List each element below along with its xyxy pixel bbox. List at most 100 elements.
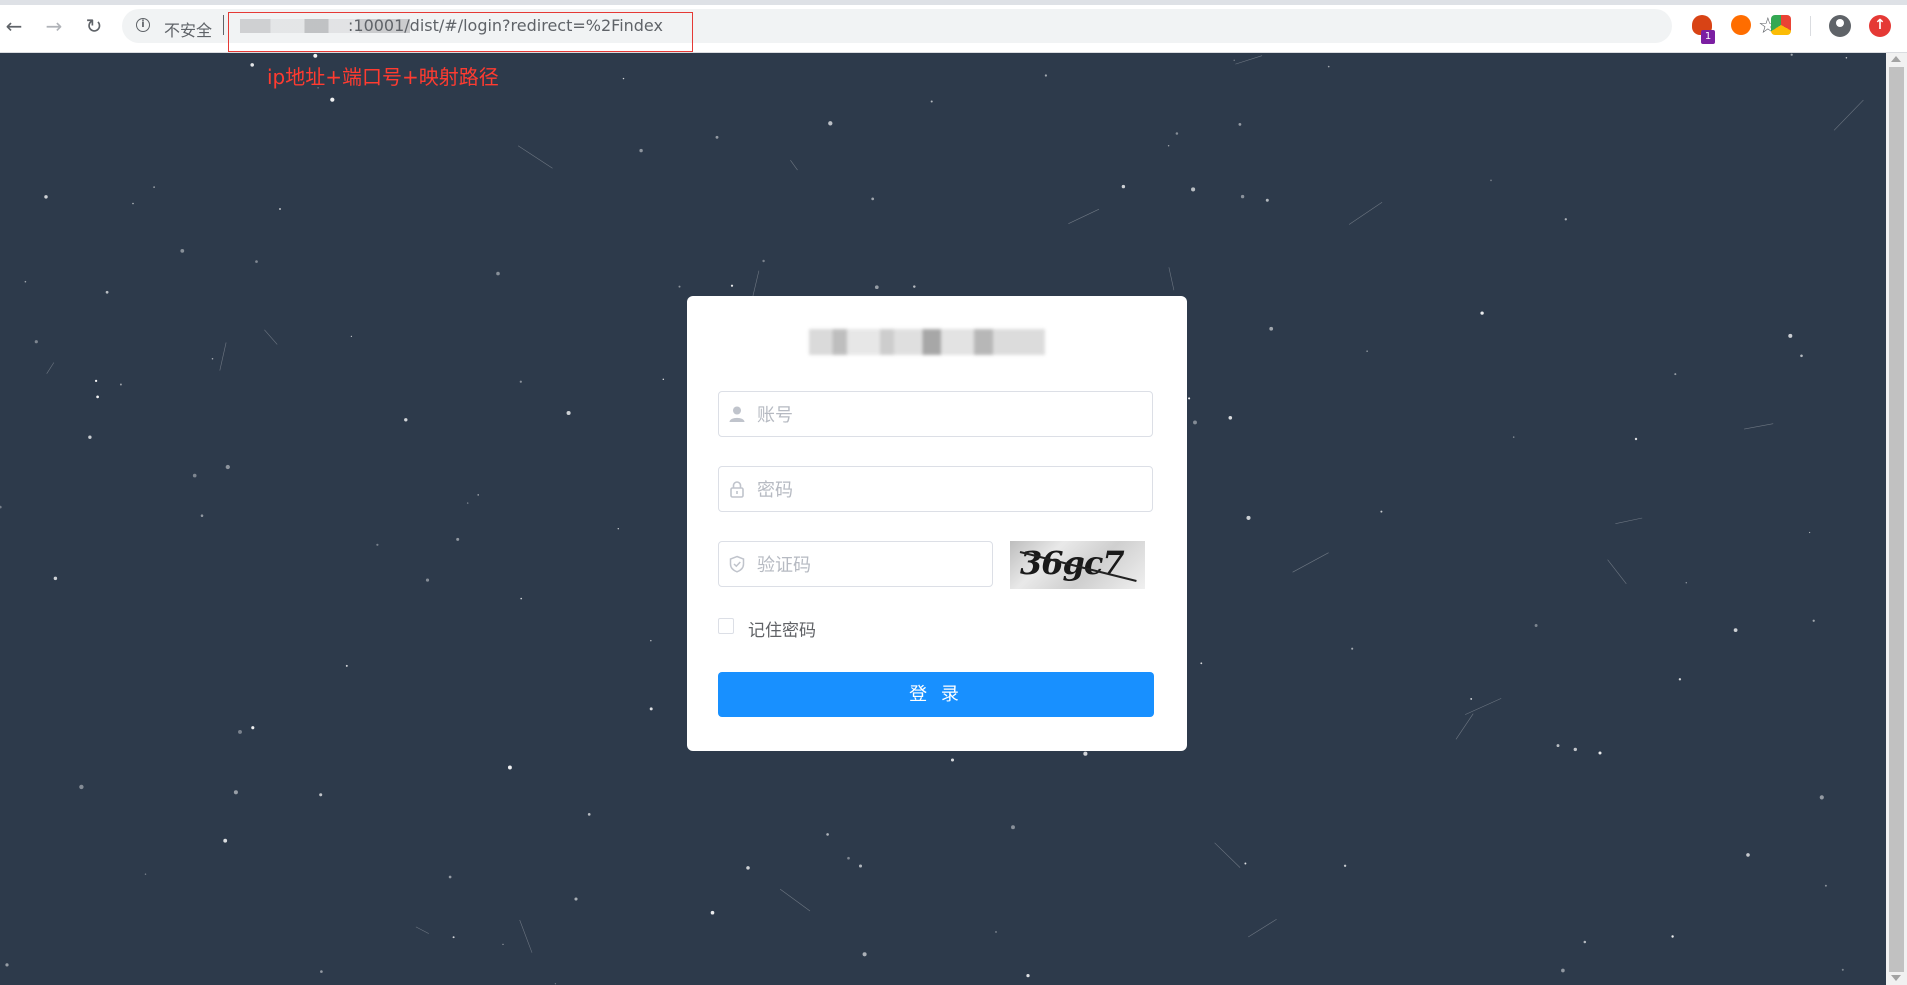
star (1573, 747, 1578, 752)
extension-icon[interactable] (1731, 15, 1751, 35)
login-button[interactable]: 登 录 (718, 672, 1154, 717)
star (466, 502, 469, 504)
star (1343, 864, 1347, 867)
star (1240, 194, 1245, 199)
extension-badge: 1 (1701, 30, 1715, 44)
remember-label[interactable]: 记住密码 (748, 616, 816, 641)
constellation-line (1214, 842, 1241, 868)
constellation-line (1168, 267, 1175, 291)
star (1678, 678, 1682, 681)
star (345, 664, 348, 667)
star (1167, 144, 1170, 147)
scroll-thumb[interactable] (1889, 67, 1904, 972)
constellation-line (519, 919, 533, 953)
star (1366, 350, 1368, 352)
star (930, 100, 933, 103)
star (519, 380, 522, 383)
star (1175, 132, 1179, 135)
star (223, 838, 228, 843)
star (24, 280, 27, 283)
star (94, 379, 98, 383)
star (211, 358, 214, 360)
back-arrow-icon[interactable]: ← (2, 14, 26, 38)
remember-checkbox[interactable] (718, 618, 734, 634)
star (678, 285, 681, 288)
star (1746, 853, 1750, 857)
star (496, 271, 500, 276)
star (0, 505, 2, 509)
constellation-line (1235, 55, 1263, 65)
update-icon[interactable]: ↑ (1869, 15, 1891, 37)
star (1265, 198, 1269, 202)
star (180, 249, 185, 253)
star (1534, 624, 1538, 627)
star (507, 765, 512, 770)
captcha-image[interactable]: 36gc7 (1010, 541, 1145, 589)
star (456, 537, 460, 541)
star (554, 983, 557, 985)
star (1800, 354, 1803, 358)
forward-arrow-icon[interactable]: → (42, 14, 66, 38)
url-separator (223, 15, 224, 35)
info-icon[interactable]: i (136, 18, 150, 32)
star (1246, 515, 1251, 520)
star (1269, 326, 1274, 331)
star (404, 418, 408, 422)
star (1512, 436, 1515, 438)
star (1244, 862, 1247, 865)
star (828, 121, 833, 126)
star (1788, 333, 1793, 338)
password-input[interactable] (755, 467, 1149, 513)
star (79, 784, 84, 790)
constellation-line (1292, 552, 1329, 573)
extension-icon[interactable] (1771, 15, 1791, 35)
constellation-line (46, 362, 55, 374)
star (320, 970, 323, 973)
star (225, 464, 230, 470)
star (1011, 825, 1015, 830)
star (34, 340, 38, 344)
toolbar-divider (1810, 16, 1811, 36)
star (250, 63, 254, 67)
star (1674, 373, 1677, 376)
star (1598, 751, 1602, 755)
scroll-down-icon[interactable] (1891, 975, 1901, 981)
reload-icon[interactable]: ↻ (82, 14, 106, 38)
star (278, 207, 282, 211)
account-icon[interactable] (1829, 15, 1851, 37)
username-field[interactable] (718, 391, 1153, 438)
constellation-line (1744, 423, 1774, 430)
captcha-field[interactable] (718, 541, 993, 588)
star (566, 410, 571, 416)
constellation-line (1833, 99, 1864, 131)
star (330, 97, 335, 102)
star (1841, 968, 1844, 971)
insecure-label: 不安全 (164, 21, 213, 40)
star (153, 186, 155, 188)
star (319, 793, 323, 797)
star (238, 729, 242, 734)
star (1026, 973, 1030, 978)
star (96, 395, 99, 399)
star (574, 897, 578, 901)
constellation-line (219, 342, 227, 371)
tab-strip (0, 0, 1907, 5)
star (1480, 311, 1484, 315)
star (622, 77, 625, 80)
scrollbar[interactable] (1886, 53, 1907, 985)
constellation-line (1068, 208, 1100, 224)
star (1845, 57, 1848, 59)
captcha-input[interactable] (755, 542, 989, 588)
star (650, 639, 652, 642)
star (715, 135, 719, 139)
star (132, 202, 134, 205)
star (425, 578, 430, 582)
star (350, 335, 353, 338)
star (1824, 884, 1827, 887)
star (1490, 179, 1492, 182)
constellation-line (790, 160, 798, 171)
scroll-up-icon[interactable] (1891, 56, 1901, 62)
username-input[interactable] (755, 392, 1149, 438)
password-field[interactable] (718, 466, 1153, 513)
constellation-line (1348, 202, 1383, 225)
